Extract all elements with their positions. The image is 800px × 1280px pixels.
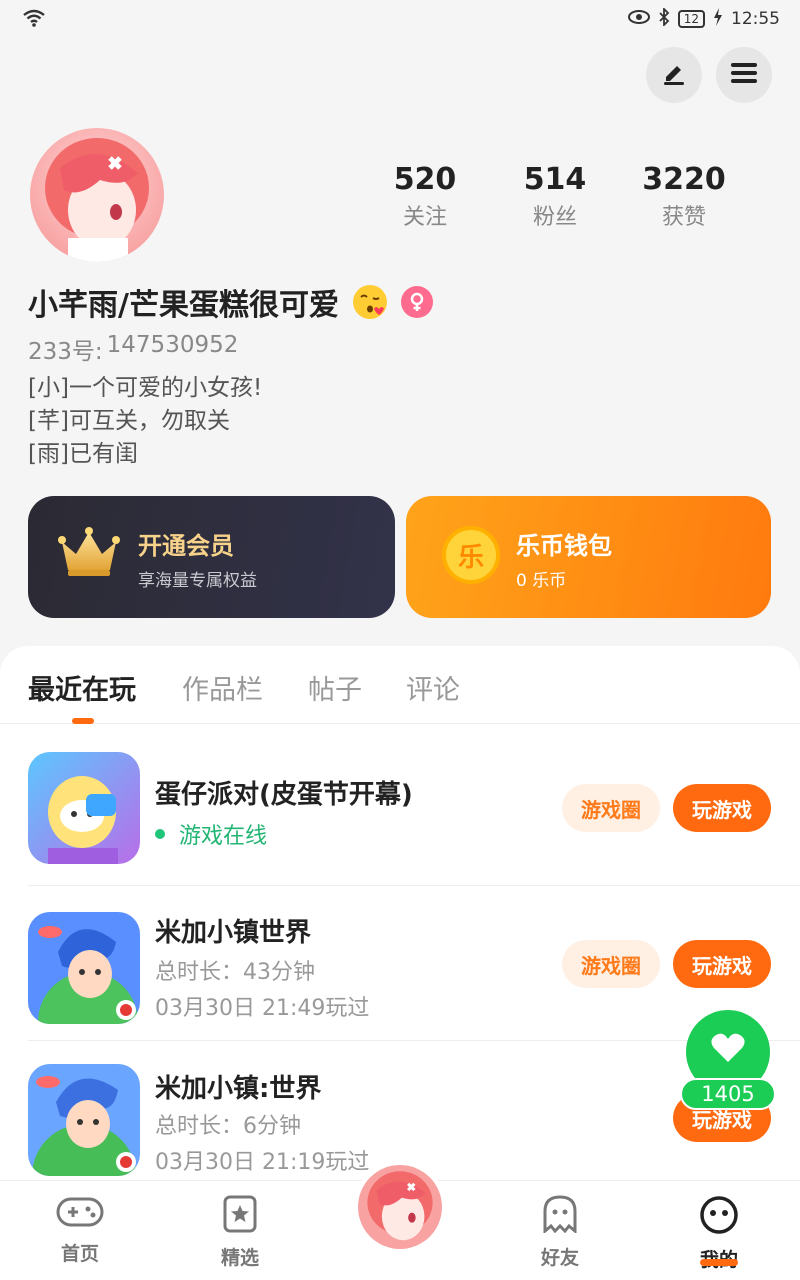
game-icon-eggy-party[interactable] [28,752,140,864]
game-icon-miga-town[interactable] [28,912,140,1024]
tab-works[interactable]: 作品栏 [182,668,263,707]
account-id-label: 233号: [28,339,103,365]
menu-button[interactable] [716,47,772,103]
username-row: 小芊雨/芒果蛋糕很可爱 [28,280,433,324]
game-icon-miga-town-world[interactable] [28,1064,140,1176]
edit-profile-button[interactable] [646,47,702,103]
nav-friends-label: 好友 [540,1247,579,1269]
kiss-emoji-icon [351,283,389,321]
crown-icon [58,526,120,582]
battery-icon: 12 [677,10,705,28]
wallet-card-title: 乐币钱包 [516,532,612,560]
followers-count: 514 [523,162,587,197]
divider [28,1040,800,1041]
bio-line: [小]一个可爱的小女孩! [28,375,263,401]
list-item[interactable]: 米加小镇:世界 总时长：6分钟 03月30日 21:19玩过 玩游戏 [0,1064,800,1176]
edit-icon [661,60,687,90]
account-id-value: 147530952 [106,332,239,358]
eye-icon [627,9,650,29]
stat-followers[interactable]: 514 粉丝 [490,160,620,236]
vip-card-subtitle: 享海量专属权益 [138,571,257,591]
account-id: 233号: 147530952 [28,332,238,366]
vip-membership-card[interactable]: 开通会员 享海量专属权益 [28,496,395,618]
play-duration: 总时长：43分钟 [155,960,315,985]
followers-label: 粉丝 [532,205,577,230]
play-game-button[interactable]: 玩游戏 [673,940,771,988]
tab-indicator [72,718,94,724]
heart-icon [710,1032,746,1068]
coin-icon: 乐 [442,526,500,584]
bottom-nav: 首页 精选 好友 我的 [0,1161,800,1280]
star-bookmark-icon [222,1195,258,1237]
status-bar: 12 12:55 [0,0,800,38]
online-dot-icon [155,829,165,839]
bio: [小]一个可爱的小女孩! [芊]可互关，勿取关 [雨]已有闺 [28,372,262,471]
game-circle-button[interactable]: 游戏圈 [562,940,660,988]
tab-recently-played[interactable]: 最近在玩 [28,668,136,707]
gamepad-icon [56,1197,104,1233]
tab-posts[interactable]: 帖子 [308,668,362,707]
wallet-card-subtitle: 0 乐币 [516,571,567,591]
face-icon [699,1196,739,1239]
ghost-icon [542,1195,578,1237]
game-name: 米加小镇:世界 [155,1074,322,1104]
nav-friends[interactable]: 好友 [510,1195,610,1270]
stat-likes[interactable]: 3220 获赞 [619,160,749,236]
wifi-icon [22,8,48,30]
status-time: 12:55 [731,9,780,29]
last-played: 03月30日 21:49玩过 [155,996,370,1021]
likes-label: 获赞 [661,205,706,230]
game-circle-button[interactable]: 游戏圈 [562,784,660,832]
battery-level: 12 [683,12,699,26]
play-game-button[interactable]: 玩游戏 [673,784,771,832]
nav-center-avatar[interactable] [354,1161,446,1253]
list-item[interactable]: 米加小镇世界 总时长：43分钟 03月30日 21:49玩过 游戏圈 玩游戏 [0,912,800,1024]
game-name: 蛋仔派对(皮蛋节开幕) [155,780,413,810]
wallet-card[interactable]: 乐 乐币钱包 0 乐币 [406,496,771,618]
tab-bar: 最近在玩 作品栏 帖子 评论 [0,646,800,724]
likes-count: 3220 [642,162,726,197]
play-duration: 总时长：6分钟 [155,1114,301,1139]
like-count: 1405 [680,1078,776,1110]
list-item[interactable]: 蛋仔派对(皮蛋节开幕) 游戏在线 游戏圈 玩游戏 [0,752,800,882]
coin-glyph: 乐 [457,542,484,573]
vip-card-title: 开通会员 [138,532,234,560]
nav-home-label: 首页 [60,1243,99,1265]
bio-line: [芊]可互关，勿取关 [28,408,230,434]
bio-line: [雨]已有闺 [28,441,138,467]
last-played: 03月30日 21:19玩过 [155,1150,370,1175]
stat-following[interactable]: 520 关注 [360,160,490,236]
nav-featured-label: 精选 [220,1247,259,1269]
online-status-text: 游戏在线 [179,824,268,849]
following-count: 520 [393,162,457,197]
divider [28,885,800,886]
avatar[interactable] [30,128,164,262]
bluetooth-icon [658,6,670,31]
nav-featured[interactable]: 精选 [190,1195,290,1270]
following-label: 关注 [402,205,447,230]
menu-icon [731,62,757,88]
nav-home[interactable]: 首页 [30,1195,130,1266]
female-icon [400,286,433,318]
username: 小芊雨/芒果蛋糕很可爱 [28,288,339,323]
nav-active-indicator [700,1259,738,1266]
game-name: 米加小镇世界 [155,918,312,948]
charging-icon [713,7,723,31]
online-status: 游戏在线 [155,818,267,850]
tab-comments[interactable]: 评论 [406,668,460,707]
